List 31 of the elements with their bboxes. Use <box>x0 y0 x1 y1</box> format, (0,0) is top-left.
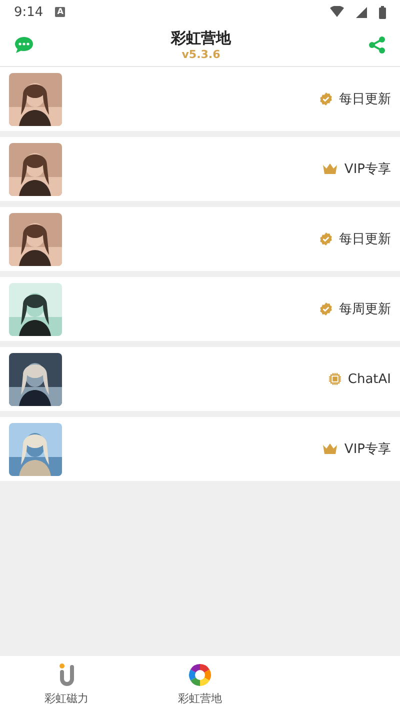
chip-icon <box>328 372 342 386</box>
list-item[interactable]: 每周更新 <box>0 277 400 341</box>
status-time: 9:14 <box>14 4 44 20</box>
list-item[interactable]: VIP专享 <box>0 137 400 201</box>
aperture-icon <box>188 662 212 686</box>
item-tag: 每周更新 <box>339 300 391 318</box>
item-tag: VIP专享 <box>344 160 391 178</box>
chat-icon[interactable] <box>14 36 34 54</box>
verified-badge-icon <box>319 92 333 106</box>
app-title: 彩虹营地 <box>171 29 231 48</box>
list-item[interactable]: ChatAI <box>0 347 400 411</box>
crown-icon <box>322 163 338 175</box>
item-tag: 每日更新 <box>339 90 391 108</box>
item-tag: VIP专享 <box>344 440 391 458</box>
item-tag: 每日更新 <box>339 230 391 248</box>
nav-tab[interactable]: 彩虹营地 <box>133 656 267 712</box>
magnet-icon <box>56 662 77 686</box>
list-item[interactable]: 每日更新 <box>0 207 400 271</box>
verified-badge-icon <box>319 302 333 316</box>
crown-icon <box>322 443 338 455</box>
signal-icon <box>356 6 367 18</box>
notification-icon: A <box>55 7 66 17</box>
list-item[interactable]: 每日更新 <box>0 67 400 131</box>
list-item[interactable]: VIP专享 <box>0 417 400 481</box>
wifi-icon <box>330 6 344 18</box>
verified-badge-icon <box>319 232 333 246</box>
item-tag: ChatAI <box>348 372 391 386</box>
version-label: v5.3.6 <box>182 48 220 61</box>
battery-icon <box>379 6 386 18</box>
share-icon[interactable] <box>368 36 386 54</box>
nav-tab[interactable]: 彩虹磁力 <box>0 656 134 712</box>
